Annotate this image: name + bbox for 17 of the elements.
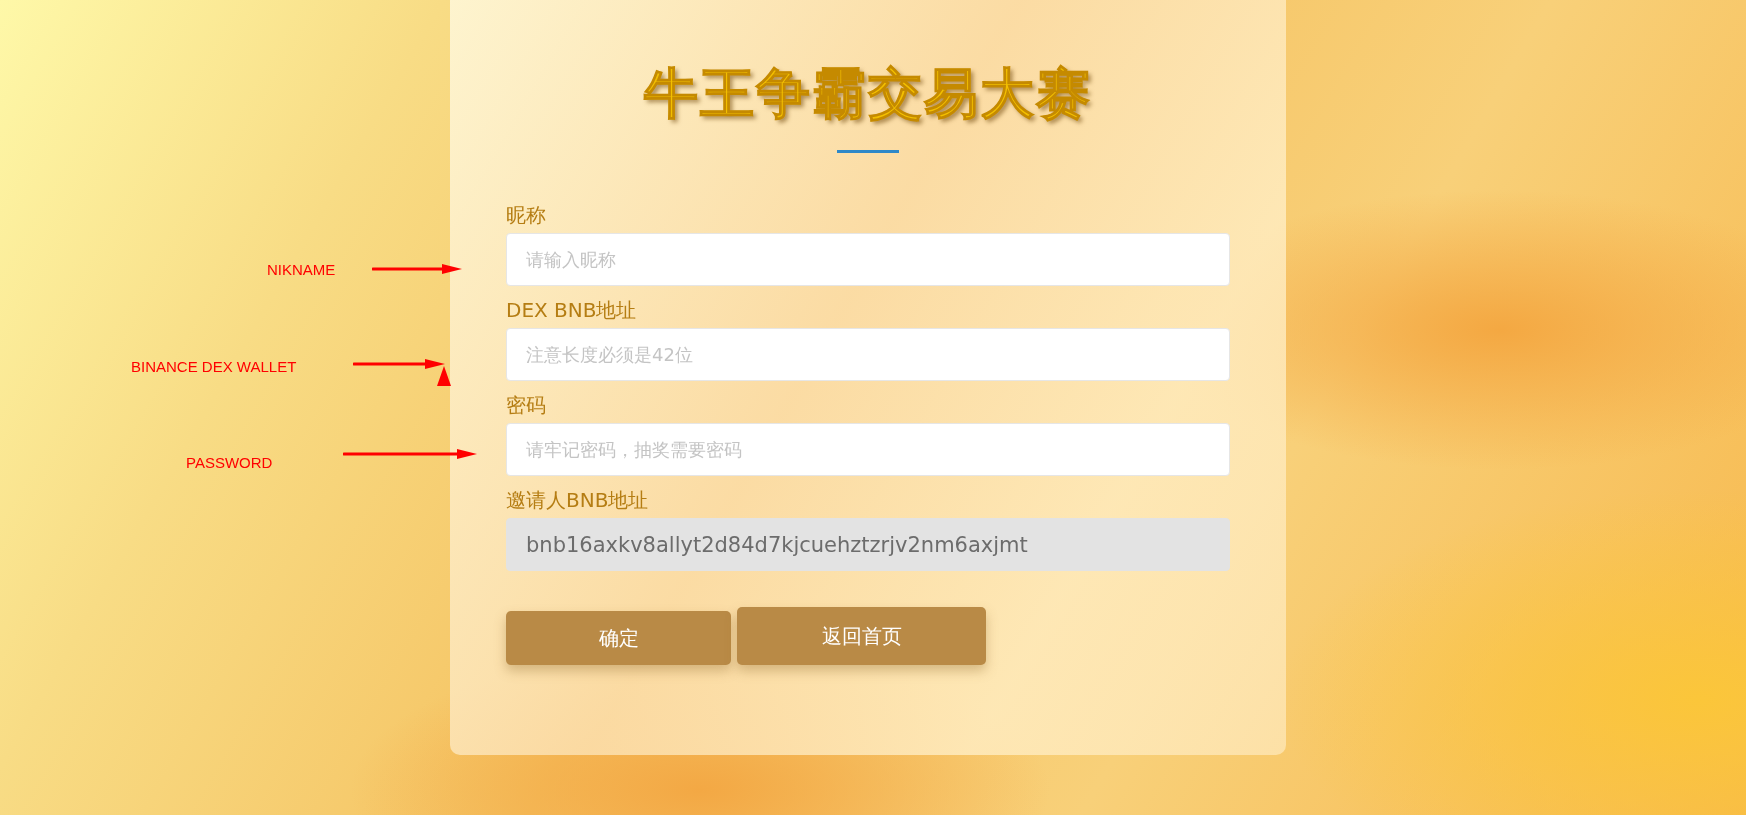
field-label: DEX BNB地址 [506, 297, 637, 324]
arrow-icon [353, 357, 445, 371]
arrow-icon [343, 447, 477, 461]
triangle-icon [437, 366, 451, 386]
field-label: 密码 [506, 392, 546, 419]
annotation-label: NIKNAME [267, 260, 336, 280]
annotation-label: BINANCE DEX WALLET [131, 357, 297, 377]
field-label: 昵称 [506, 202, 546, 229]
input-field[interactable]: 请输入昵称 [506, 233, 1230, 286]
page-title: 牛王争霸交易大赛 [644, 61, 1092, 127]
arrow-icon [372, 262, 462, 276]
form-button[interactable]: 确定 [506, 611, 731, 665]
field-label: 邀请人BNB地址 [506, 487, 649, 514]
input-field[interactable]: 请牢记密码，抽奖需要密码 [506, 423, 1230, 476]
input-field[interactable]: 注意长度必须是42位 [506, 328, 1230, 381]
annotation-label: PASSWORD [186, 453, 273, 473]
form-button[interactable]: 返回首页 [737, 607, 986, 665]
